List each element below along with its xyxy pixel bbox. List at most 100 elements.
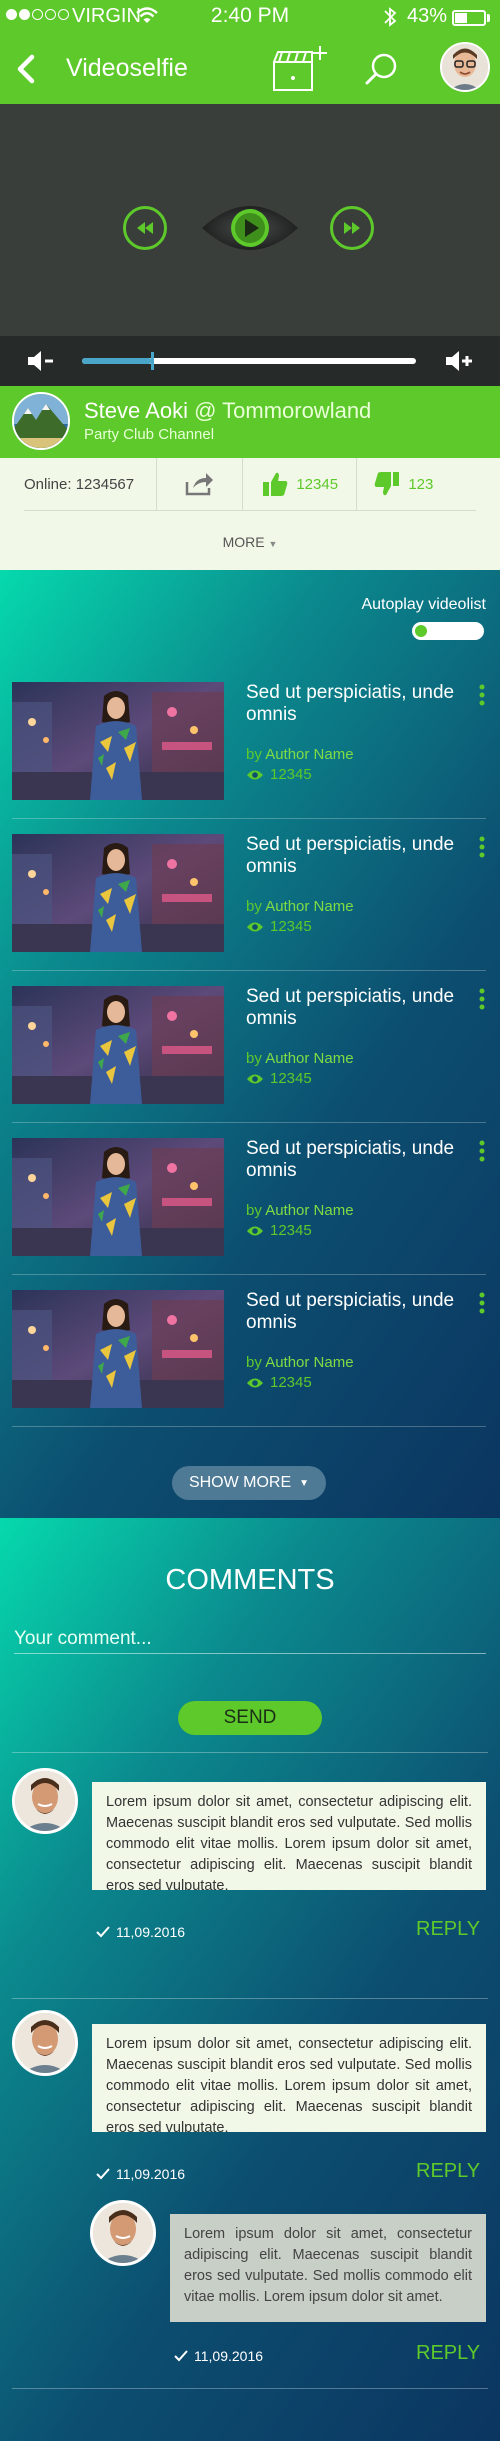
fast-forward-button[interactable] <box>330 206 374 250</box>
divider <box>356 458 357 510</box>
video-title[interactable]: Sed ut perspiciatis, unde omnis <box>246 986 466 1030</box>
eye-icon <box>247 1378 263 1387</box>
comment-date-value: 11,09.2016 <box>194 2348 264 2364</box>
video-title[interactable]: Sed ut perspiciatis, unde omnis <box>246 682 466 726</box>
reply-button[interactable]: REPLY <box>416 2160 480 2183</box>
more-options-icon[interactable] <box>478 1292 486 1314</box>
video-author[interactable]: by Author Name <box>246 1050 354 1067</box>
by-label: by <box>246 1354 262 1371</box>
video-list-item[interactable]: Sed ut perspiciatis, unde omnis by Author… <box>12 834 486 984</box>
channel-subtitle: Party Club Channel <box>84 426 215 443</box>
check-icon <box>174 2350 188 2362</box>
player-controls-bar <box>0 336 500 386</box>
video-list-item[interactable]: Sed ut perspiciatis, unde omnis by Author… <box>12 1138 486 1288</box>
view-count: 12345 <box>246 1374 312 1391</box>
view-count: 12345 <box>246 1222 312 1239</box>
share-icon <box>185 473 213 496</box>
thumbs-down-icon <box>374 472 399 496</box>
comment-text: Lorem ipsum dolor sit amet, consectetur … <box>92 2024 486 2132</box>
video-thumbnail[interactable] <box>12 1290 224 1408</box>
comment-date-value: 11,09.2016 <box>116 1924 186 1940</box>
video-author[interactable]: by Author Name <box>246 898 354 915</box>
author-name: Author Name <box>265 746 354 763</box>
comments-heading: COMMENTS <box>165 1564 335 1596</box>
dislike-count: 123 <box>408 475 434 493</box>
by-label: by <box>246 1050 262 1067</box>
video-author[interactable]: by Author Name <box>246 1202 354 1219</box>
like-button[interactable]: 12345 <box>262 458 338 510</box>
view-count-value: 12345 <box>270 1070 312 1087</box>
by-label: by <box>246 746 262 763</box>
channel-title[interactable]: Steve Aoki @ Tommorowland <box>84 398 371 424</box>
author-name: Author Name <box>265 1202 354 1219</box>
video-title[interactable]: Sed ut perspiciatis, unde omnis <box>246 1290 466 1334</box>
rewind-button[interactable] <box>123 206 167 250</box>
comment-date: 11,09.2016 <box>174 2348 263 2364</box>
autoplay-toggle[interactable] <box>412 622 484 640</box>
channel-header: Steve Aoki @ Tommorowland Party Club Cha… <box>0 386 500 468</box>
show-more-label: SHOW MORE <box>188 1474 292 1491</box>
eye-icon <box>247 1074 263 1083</box>
channel-avatar[interactable] <box>12 392 70 450</box>
play-eye-button[interactable] <box>200 196 300 260</box>
progress-slider[interactable] <box>82 352 416 370</box>
back-icon[interactable] <box>12 52 42 86</box>
battery-percentage: 43% <box>407 5 448 27</box>
volume-down-icon[interactable] <box>26 348 56 374</box>
reply-button[interactable]: REPLY <box>416 1918 480 1941</box>
share-button[interactable] <box>184 458 214 510</box>
commenter-avatar[interactable] <box>90 2200 156 2266</box>
video-player[interactable] <box>0 104 500 336</box>
page-title: Videoselfie <box>66 54 188 82</box>
divider <box>12 1274 486 1275</box>
more-options-icon[interactable] <box>478 836 486 858</box>
video-list-item[interactable]: Sed ut perspiciatis, unde omnis by Author… <box>12 986 486 1136</box>
view-count: 12345 <box>246 1070 312 1087</box>
author-name: Author Name <box>265 1050 354 1067</box>
video-thumbnail[interactable] <box>12 986 224 1104</box>
online-count: 1234567 <box>75 475 135 493</box>
add-video-clapperboard-icon[interactable] <box>270 42 330 96</box>
comment-date-value: 11,09.2016 <box>116 2166 186 2182</box>
send-button[interactable]: SEND <box>178 1701 322 1735</box>
progress-handle[interactable] <box>151 352 155 370</box>
comment-input[interactable] <box>14 1624 486 1654</box>
video-list-item[interactable]: Sed ut perspiciatis, unde omnis by Author… <box>12 1290 486 1440</box>
video-thumbnail[interactable] <box>12 834 224 952</box>
divider <box>242 458 243 510</box>
author-name: Author Name <box>265 1354 354 1371</box>
dislike-button[interactable]: 123 <box>374 458 433 510</box>
video-thumbnail[interactable] <box>12 1138 224 1256</box>
divider <box>12 1752 488 1753</box>
video-list-item[interactable]: Sed ut perspiciatis, unde omnis by Author… <box>12 682 486 832</box>
user-avatar[interactable] <box>440 42 490 92</box>
commenter-avatar[interactable] <box>12 1768 78 1834</box>
channel-artist: Steve Aoki <box>84 398 188 423</box>
check-icon <box>96 1926 110 1938</box>
video-title[interactable]: Sed ut perspiciatis, unde omnis <box>246 834 466 878</box>
video-author[interactable]: by Author Name <box>246 1354 354 1371</box>
author-name: Author Name <box>265 898 354 915</box>
view-count-value: 12345 <box>270 918 312 935</box>
chevron-down-icon: ▼ <box>299 1477 310 1489</box>
online-counter: Online: 1234567 <box>24 458 134 510</box>
video-author[interactable]: by Author Name <box>246 746 354 763</box>
video-title[interactable]: Sed ut perspiciatis, unde omnis <box>246 1138 466 1182</box>
view-count-value: 12345 <box>270 1222 312 1239</box>
more-options-icon[interactable] <box>478 684 486 706</box>
video-list-section: Autoplay videolist Sed ut perspiciatis, … <box>0 570 500 1518</box>
search-icon[interactable] <box>362 50 402 90</box>
more-options-icon[interactable] <box>478 988 486 1010</box>
volume-up-icon[interactable] <box>444 348 474 374</box>
more-button[interactable]: MORE ▼ <box>0 534 500 550</box>
comments-section: COMMENTS SEND Lorem ipsum dolor sit amet… <box>0 1518 500 2441</box>
more-options-icon[interactable] <box>478 1140 486 1162</box>
progress-fill <box>82 358 153 364</box>
commenter-avatar[interactable] <box>12 2010 78 2076</box>
reply-button[interactable]: REPLY <box>416 2342 480 2365</box>
divider <box>24 510 476 511</box>
show-more-button[interactable]: SHOW MORE ▼ <box>172 1466 326 1500</box>
app-header: Videoselfie <box>0 34 500 104</box>
video-thumbnail[interactable] <box>12 682 224 800</box>
like-count: 12345 <box>296 475 339 493</box>
